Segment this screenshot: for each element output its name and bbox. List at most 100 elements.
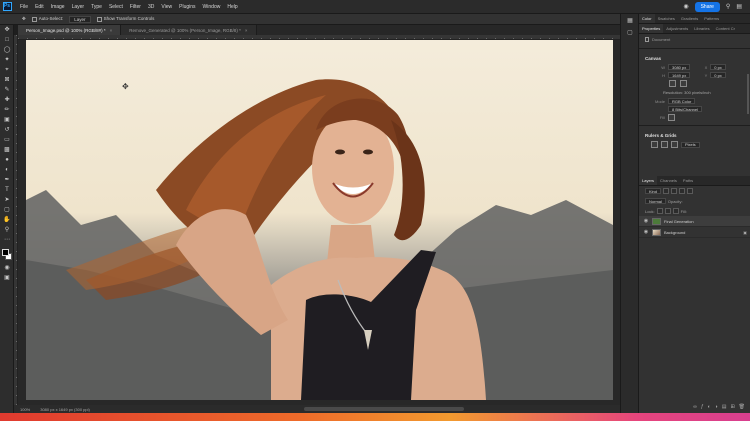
rulers-grids-title[interactable]: Rulers & Grids — [639, 129, 750, 140]
add-mask-icon[interactable]: ◐ — [708, 404, 711, 410]
close-icon[interactable]: × — [245, 28, 248, 33]
width-field[interactable]: 3080 px — [668, 64, 691, 70]
new-layer-icon[interactable]: ⊞ — [730, 404, 734, 410]
more-tools-icon[interactable]: ⋯ — [0, 235, 14, 245]
tab-gradients[interactable]: Gradients — [678, 14, 701, 23]
tab-channels[interactable]: Channels — [657, 176, 680, 185]
height-field[interactable]: 1649 px — [668, 72, 691, 78]
gradient-tool-icon[interactable]: ▩ — [0, 145, 14, 155]
workspace-icon[interactable]: ▤ — [736, 3, 742, 10]
path-select-icon[interactable]: ➤ — [0, 195, 14, 205]
menu-item-image[interactable]: Image — [51, 4, 65, 10]
type-tool-icon[interactable]: T — [0, 185, 14, 195]
crop-tool-icon[interactable]: ⌖ — [0, 65, 14, 75]
share-button[interactable]: Share — [694, 1, 720, 12]
filter-type-icon[interactable] — [679, 188, 686, 194]
tab-content-credentials[interactable]: Content Cr — [713, 24, 738, 33]
delete-layer-icon[interactable]: 🗑 — [739, 404, 745, 410]
eraser-icon[interactable]: ▭ — [0, 135, 14, 145]
healing-brush-icon[interactable]: ✚ — [0, 95, 14, 105]
lock-pixels-icon[interactable] — [656, 208, 663, 214]
tab-remove-generated[interactable]: Remove_Generated @ 100% (Person_Image, R… — [121, 25, 257, 35]
artboard-tool-icon[interactable]: □ — [0, 35, 14, 45]
quick-mask-icon[interactable]: ◉ — [0, 263, 14, 273]
lasso-tool-icon[interactable]: ◯ — [0, 45, 14, 55]
clone-stamp-icon[interactable]: ▣ — [0, 115, 14, 125]
tab-paths[interactable]: Paths — [680, 176, 696, 185]
menu-item-file[interactable]: File — [20, 4, 28, 10]
history-brush-icon[interactable]: ↺ — [0, 125, 14, 135]
guides-icon[interactable] — [671, 141, 678, 148]
fx-icon[interactable]: ƒ — [701, 404, 704, 410]
lock-all-icon[interactable] — [672, 208, 679, 214]
menu-item-layer[interactable]: Layer — [72, 4, 85, 10]
menu-item-type[interactable]: Type — [91, 4, 102, 10]
tab-libraries[interactable]: Libraries — [691, 24, 712, 33]
tab-person-image[interactable]: Person_Image.psd @ 100% (RGB/8#) * × — [18, 25, 122, 35]
tab-layers[interactable]: Layers — [639, 176, 658, 185]
visibility-eye-icon[interactable]: ◉ — [643, 229, 649, 235]
layer-row[interactable]: ◉ Final Generation — [639, 216, 750, 227]
menu-item-help[interactable]: Help — [227, 4, 237, 10]
tab-swatches[interactable]: Swatches — [655, 14, 678, 23]
fill-color-swatch[interactable] — [668, 114, 675, 121]
canvas-section-title[interactable]: Canvas — [639, 52, 750, 63]
screen-mode-icon[interactable]: ▣ — [0, 273, 14, 283]
tab-properties[interactable]: Properties — [639, 24, 664, 33]
ruler-units-dropdown[interactable]: Pixels — [681, 141, 700, 148]
color-swatches[interactable] — [0, 249, 13, 263]
move-tool-icon[interactable]: ✥ — [22, 16, 26, 22]
bit-depth-dropdown[interactable]: 8 Bits/Channel — [668, 106, 703, 112]
brush-tool-icon[interactable]: ✏ — [0, 105, 14, 115]
tab-color[interactable]: Color — [639, 14, 655, 23]
frame-tool-icon[interactable]: ⊠ — [0, 75, 14, 85]
adjustment-layer-icon[interactable]: ◑ — [715, 404, 718, 410]
menu-item-filter[interactable]: Filter — [130, 4, 141, 10]
auto-select-dropdown[interactable]: Layer — [69, 15, 91, 23]
move-tool-icon[interactable]: ✥ — [0, 25, 14, 35]
menu-item-select[interactable]: Select — [109, 4, 123, 10]
blend-mode-dropdown[interactable]: Normal — [645, 198, 666, 204]
search-icon[interactable]: ⚲ — [726, 3, 730, 10]
user-icon[interactable]: ◉ — [683, 3, 688, 10]
dodge-tool-icon[interactable]: ◐ — [0, 165, 14, 175]
pen-tool-icon[interactable]: ✒ — [0, 175, 14, 185]
mode-dropdown[interactable]: RGB Color — [668, 98, 696, 104]
link-layers-icon[interactable]: ∞ — [693, 404, 697, 410]
menu-item-window[interactable]: Window — [203, 4, 221, 10]
blur-tool-icon[interactable]: ● — [0, 155, 14, 165]
x-field[interactable]: 0 px — [710, 64, 726, 70]
menu-item-view[interactable]: View — [161, 4, 172, 10]
magic-wand-icon[interactable]: ✦ — [0, 55, 14, 65]
filter-shape-icon[interactable] — [687, 188, 694, 194]
new-group-icon[interactable]: ▤ — [722, 404, 727, 410]
history-icon[interactable]: ▦ — [621, 14, 639, 26]
tab-adjustments[interactable]: Adjustments — [663, 24, 691, 33]
canvas-workspace[interactable]: ✥ — [18, 40, 620, 405]
menu-item-edit[interactable]: Edit — [35, 4, 44, 10]
eyedropper-icon[interactable]: ✎ — [0, 85, 14, 95]
foreground-color[interactable] — [2, 249, 9, 256]
zoom-tool-icon[interactable]: ⚲ — [0, 225, 14, 235]
visibility-eye-icon[interactable]: ◉ — [643, 218, 649, 224]
portrait-orientation-icon[interactable] — [669, 80, 676, 87]
zoom-level[interactable]: 100% — [20, 407, 30, 412]
menu-item-plugins[interactable]: Plugins — [179, 4, 195, 10]
layer-filter-kind[interactable]: Kind — [645, 188, 662, 194]
rectangle-tool-icon[interactable]: ▢ — [0, 205, 14, 215]
landscape-orientation-icon[interactable] — [680, 80, 687, 87]
transform-controls-checkbox[interactable] — [96, 16, 102, 22]
comments-icon[interactable]: ▢ — [621, 26, 639, 38]
tab-patterns[interactable]: Patterns — [701, 14, 722, 23]
y-field[interactable]: 0 px — [710, 72, 726, 78]
panel-scrollbar[interactable] — [747, 74, 749, 114]
close-icon[interactable]: × — [110, 28, 113, 33]
photoshop-logo[interactable]: Ps — [0, 0, 14, 14]
filter-pixel-icon[interactable] — [663, 188, 670, 194]
horizontal-scrollbar[interactable] — [304, 407, 464, 411]
auto-select-checkbox[interactable] — [31, 16, 37, 22]
menu-item-3d[interactable]: 3D — [148, 4, 154, 10]
ruler-icon[interactable] — [651, 141, 658, 148]
lock-position-icon[interactable] — [664, 208, 671, 214]
filter-adjust-icon[interactable] — [671, 188, 678, 194]
